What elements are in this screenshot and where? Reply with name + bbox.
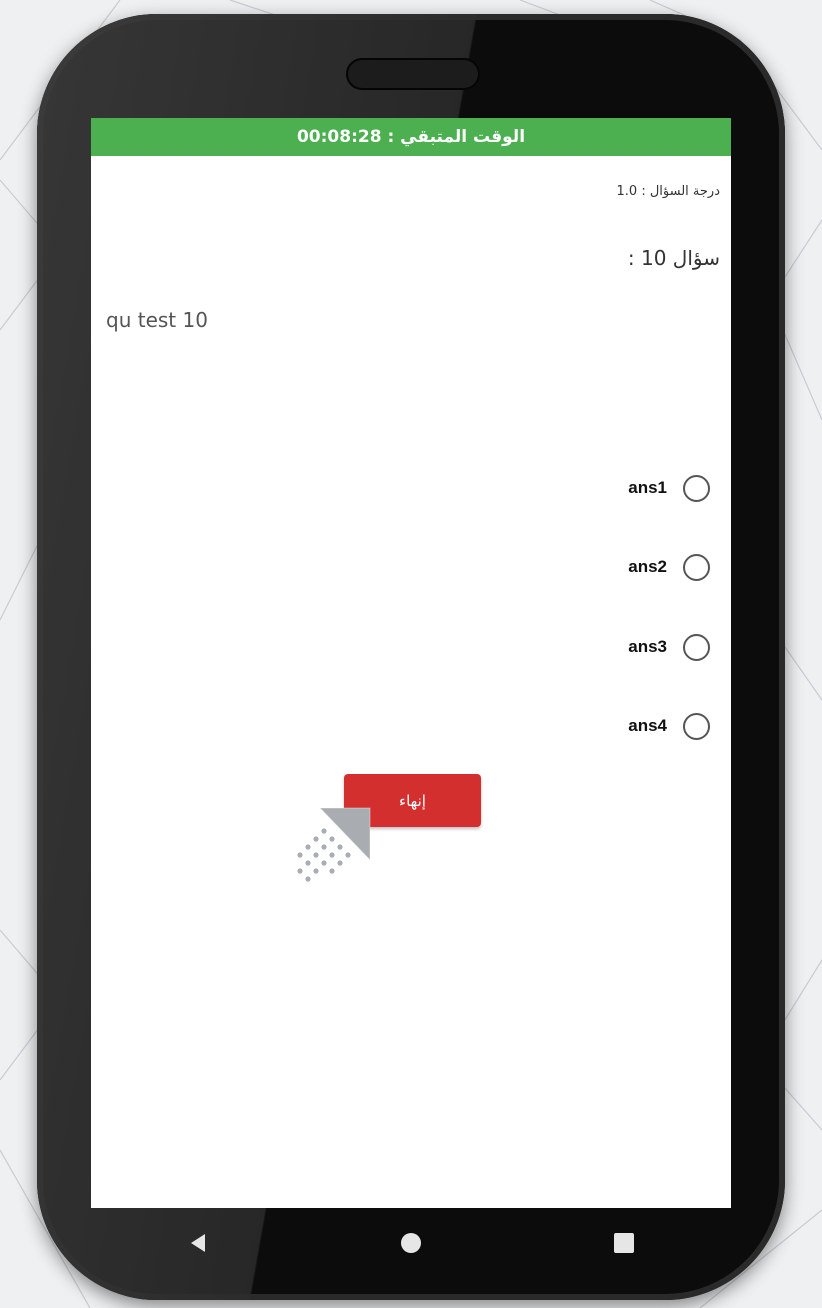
finish-button-label: إنهاء	[399, 791, 426, 810]
phone-speaker	[346, 58, 480, 90]
answer-option-label: ans1	[628, 478, 667, 497]
timer-bar: الوقت المتبقي : 00:08:28	[91, 118, 731, 156]
radio-button[interactable]	[683, 712, 710, 740]
answer-option-1[interactable]: ans1	[628, 472, 710, 504]
question-number: سؤال 10 :	[627, 246, 720, 270]
answer-option-label: ans2	[628, 557, 667, 576]
android-nav-bar	[91, 1208, 731, 1278]
radio-button[interactable]	[683, 553, 710, 581]
radio-button[interactable]	[683, 474, 710, 502]
back-triangle-icon[interactable]	[183, 1228, 213, 1258]
answer-option-3[interactable]: ans3	[628, 631, 710, 663]
home-circle-icon[interactable]	[396, 1228, 426, 1258]
pointer-arrow-icon	[297, 807, 371, 882]
answer-option-4[interactable]: ans4	[628, 710, 710, 742]
answer-option-label: ans4	[628, 716, 667, 735]
question-text: qu test 10	[106, 308, 208, 332]
radio-button[interactable]	[683, 633, 710, 661]
quiz-screen: الوقت المتبقي : 00:08:28 درجة السؤال : 1…	[91, 118, 731, 1208]
answer-option-2[interactable]: ans2	[628, 551, 710, 583]
timer-text: الوقت المتبقي : 00:08:28	[296, 127, 526, 147]
question-grade: درجة السؤال : 1.0	[616, 184, 720, 199]
answer-option-label: ans3	[628, 637, 667, 656]
recent-square-icon[interactable]	[609, 1228, 639, 1258]
